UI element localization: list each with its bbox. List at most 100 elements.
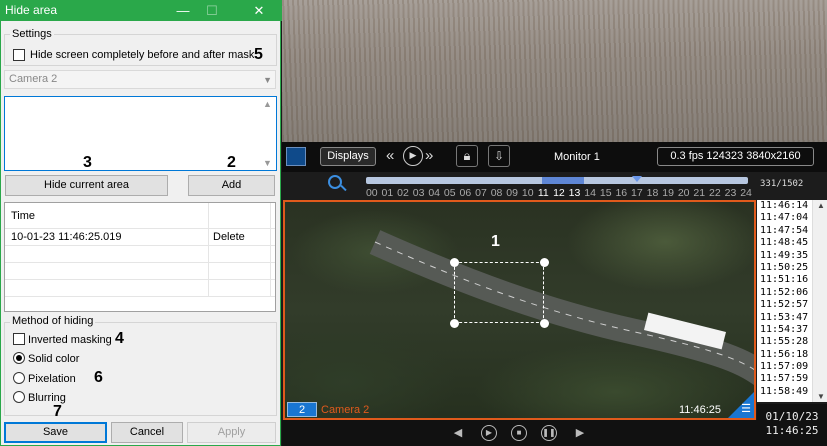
- export-icon[interactable]: ⇩: [488, 145, 510, 167]
- inverted-masking-checkbox[interactable]: [13, 333, 25, 345]
- fps-info: 0.3 fps 124323 3840x2160: [657, 147, 814, 166]
- monitor-toolbar: Displays « ▶ » 🔒︎ ⇩ Monitor 1 0.3 fps 12…: [282, 142, 827, 172]
- timeline-hour[interactable]: 23: [723, 187, 739, 199]
- timeline-selection[interactable]: [542, 177, 584, 184]
- timeline-hour[interactable]: 05: [442, 187, 458, 199]
- row-delete-link[interactable]: Delete: [213, 231, 245, 243]
- play-icon[interactable]: ▶: [481, 425, 497, 441]
- camera-video[interactable]: 1 2 Camera 2 11:46:25 ☰: [283, 200, 756, 420]
- playback-controls: ◀ ▶ ■ ❚❚ ▶: [282, 420, 757, 446]
- hide-screen-checkbox[interactable]: [13, 49, 25, 61]
- mask-handle[interactable]: [450, 319, 459, 328]
- hide-current-area-button[interactable]: Hide current area: [5, 175, 168, 196]
- save-button[interactable]: Save: [4, 422, 107, 443]
- inverted-masking-label: Inverted masking: [28, 334, 112, 346]
- mask-handle[interactable]: [450, 258, 459, 267]
- timeline-hour[interactable]: 02: [395, 187, 411, 199]
- timeline[interactable]: 00 01 02 03 04 05 06 07 08 09 10 11 12 13 14 15 16 17 18 19…: [282, 172, 827, 200]
- current-time: 11:46:25: [765, 424, 819, 437]
- stop-icon[interactable]: ■: [511, 425, 527, 441]
- col-divider: [208, 203, 209, 297]
- area-listbox[interactable]: ▲ ▼: [4, 96, 277, 171]
- pixelation-label: Pixelation: [28, 373, 76, 385]
- method-legend: Method of hiding: [10, 315, 96, 327]
- previous-icon[interactable]: ◀: [450, 425, 466, 441]
- timeline-hour[interactable]: 18: [645, 187, 661, 199]
- upper-video-view[interactable]: [282, 0, 827, 142]
- scroll-up-icon[interactable]: ▲: [817, 201, 825, 210]
- timeline-hour[interactable]: 03: [411, 187, 427, 199]
- timeline-hour[interactable]: 16: [614, 187, 630, 199]
- table-row-empty: [5, 263, 275, 280]
- mask-rectangle[interactable]: [454, 262, 544, 323]
- solid-color-radio[interactable]: [13, 352, 25, 364]
- row-time: 10-01-23 11:46:25.019: [11, 231, 122, 243]
- table-row-empty: [5, 280, 275, 297]
- callout-5: 5: [254, 46, 263, 63]
- pixelation-radio[interactable]: [13, 372, 25, 384]
- col-time-header: Time: [11, 210, 36, 222]
- timeline-hour[interactable]: 07: [473, 187, 489, 199]
- displays-button[interactable]: Displays: [320, 147, 376, 166]
- timeline-hours: 00 01 02 03 04 05 06 07 08 09 10 11 12 13 14 15 16 17 18 19…: [364, 187, 754, 200]
- timeline-hour[interactable]: 24: [738, 187, 754, 199]
- cancel-button[interactable]: Cancel: [111, 422, 183, 443]
- timeline-hour[interactable]: 10: [520, 187, 536, 199]
- timeline-hour[interactable]: 00: [364, 187, 380, 199]
- event-counter: 331/1502: [760, 179, 804, 189]
- camera-select[interactable]: Camera 2 ▼: [4, 70, 276, 89]
- blurring-radio[interactable]: [13, 391, 25, 403]
- listbox-scrollbar[interactable]: ▲ ▼: [260, 97, 276, 170]
- scroll-down-icon[interactable]: ▼: [817, 392, 825, 401]
- timeline-hour[interactable]: 17: [629, 187, 645, 199]
- timeline-hour[interactable]: 14: [582, 187, 598, 199]
- timeline-hour[interactable]: 08: [489, 187, 505, 199]
- table-header: Time: [5, 203, 275, 229]
- layout-icon[interactable]: [286, 147, 306, 166]
- timeline-hour[interactable]: 13: [567, 187, 583, 199]
- timeline-hour[interactable]: 15: [598, 187, 614, 199]
- maximize-button[interactable]: ☐: [198, 0, 226, 21]
- mask-handle[interactable]: [540, 319, 549, 328]
- callout-4: 4: [115, 330, 124, 347]
- camera-number-badge: 2: [287, 402, 317, 417]
- timeline-hour[interactable]: 01: [380, 187, 396, 199]
- timeline-hour[interactable]: 06: [458, 187, 474, 199]
- add-button[interactable]: Add: [188, 175, 275, 196]
- menu-icon[interactable]: ☰: [741, 404, 751, 415]
- table-row-empty: [5, 246, 275, 263]
- pause-icon[interactable]: ❚❚: [541, 425, 557, 441]
- video-timestamp: 11:46:25: [679, 404, 722, 416]
- timeline-hour[interactable]: 22: [707, 187, 723, 199]
- scroll-up-icon[interactable]: ▲: [263, 99, 272, 109]
- callout-2: 2: [227, 154, 236, 171]
- table-row[interactable]: 10-01-23 11:46:25.019 Delete: [5, 229, 275, 246]
- minimize-button[interactable]: —: [169, 0, 197, 21]
- chevron-down-icon: ▼: [263, 75, 272, 85]
- timeline-marker[interactable]: [632, 176, 642, 182]
- event-list-scrollbar[interactable]: ▲ ▼: [812, 200, 827, 402]
- solid-color-label: Solid color: [28, 353, 80, 365]
- hide-screen-label: Hide screen completely before and after …: [30, 49, 255, 61]
- fast-forward-icon[interactable]: »: [425, 147, 433, 164]
- timeline-bar[interactable]: [366, 176, 748, 184]
- timeline-hour[interactable]: 11: [536, 187, 552, 199]
- rewind-icon[interactable]: «: [386, 147, 394, 164]
- camera-name: Camera 2: [321, 404, 370, 416]
- scroll-down-icon[interactable]: ▼: [263, 158, 272, 168]
- play-circle-icon[interactable]: ▶: [403, 146, 423, 166]
- timeline-hour[interactable]: 20: [676, 187, 692, 199]
- timeline-hour[interactable]: 09: [504, 187, 520, 199]
- timeline-hour[interactable]: 19: [660, 187, 676, 199]
- hide-area-dialog: Hide area — ☐ ✕ Settings Hide screen com…: [0, 0, 282, 446]
- mask-handle[interactable]: [540, 258, 549, 267]
- close-button[interactable]: ✕: [245, 0, 273, 21]
- col-divider: [270, 203, 271, 297]
- next-icon[interactable]: ▶: [572, 425, 588, 441]
- timeline-hour[interactable]: 04: [426, 187, 442, 199]
- search-icon[interactable]: [328, 175, 342, 189]
- timeline-hour[interactable]: 21: [691, 187, 707, 199]
- lock-icon[interactable]: 🔒︎: [456, 145, 478, 167]
- current-date: 01/10/23: [765, 410, 819, 423]
- timeline-hour[interactable]: 12: [551, 187, 567, 199]
